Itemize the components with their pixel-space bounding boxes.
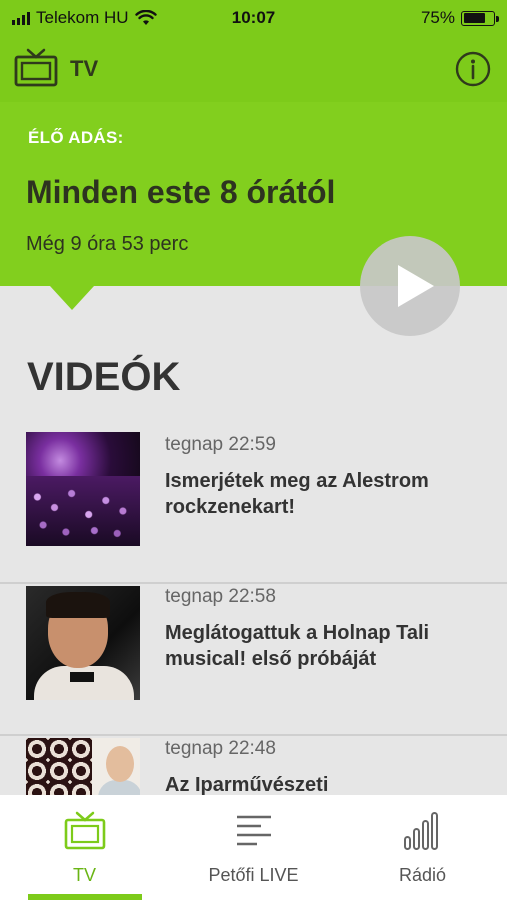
tab-tv[interactable]: TV (0, 795, 169, 900)
battery-icon (461, 10, 499, 26)
tv-icon (64, 811, 106, 850)
live-countdown: Még 9 óra 53 perc (26, 233, 189, 255)
banner-pointer (50, 286, 94, 310)
tv-icon[interactable] (14, 48, 58, 88)
video-title[interactable]: Meglátogattuk a Holnap Tali musical! els… (165, 620, 485, 672)
play-icon (398, 265, 434, 307)
video-time: tegnap 22:58 (165, 586, 276, 607)
live-title: Minden este 8 órától (26, 174, 336, 210)
tab-petofi-live[interactable]: Petőfi LIVE (169, 795, 338, 900)
active-tab-indicator (28, 894, 142, 900)
tab-label: Rádió (398, 865, 447, 885)
page-title: TV (70, 56, 99, 81)
battery-percent: 75% (420, 8, 455, 27)
live-label: ÉLŐ ADÁS: (28, 128, 124, 147)
video-time: tegnap 22:48 (165, 738, 276, 759)
nav-bar: TV (0, 36, 507, 102)
play-button[interactable] (360, 236, 460, 336)
status-right: 75% (420, 8, 499, 28)
video-item[interactable]: tegnap 22:58 Meglátogattuk a Holnap Tali… (0, 584, 507, 736)
video-item[interactable]: tegnap 22:59 Ismerjétek meg az Alestrom … (0, 432, 507, 584)
section-title: VIDEÓK (27, 355, 181, 399)
tab-label: Petőfi LIVE (208, 865, 299, 885)
tab-bar: TV Petőfi LIVE Rádió (0, 795, 507, 900)
info-icon[interactable] (455, 51, 491, 87)
tab-radio[interactable]: Rádió (338, 795, 507, 900)
status-bar: Telekom HU 10:07 75% (0, 0, 507, 36)
video-thumbnail[interactable] (26, 432, 140, 546)
signal-bars-icon (404, 812, 438, 850)
list-icon (237, 815, 271, 846)
video-thumbnail[interactable] (26, 586, 140, 700)
video-time: tegnap 22:59 (165, 434, 276, 455)
tab-label: TV (72, 865, 96, 885)
video-title[interactable]: Ismerjétek meg az Alestrom rockzenekart! (165, 468, 485, 520)
